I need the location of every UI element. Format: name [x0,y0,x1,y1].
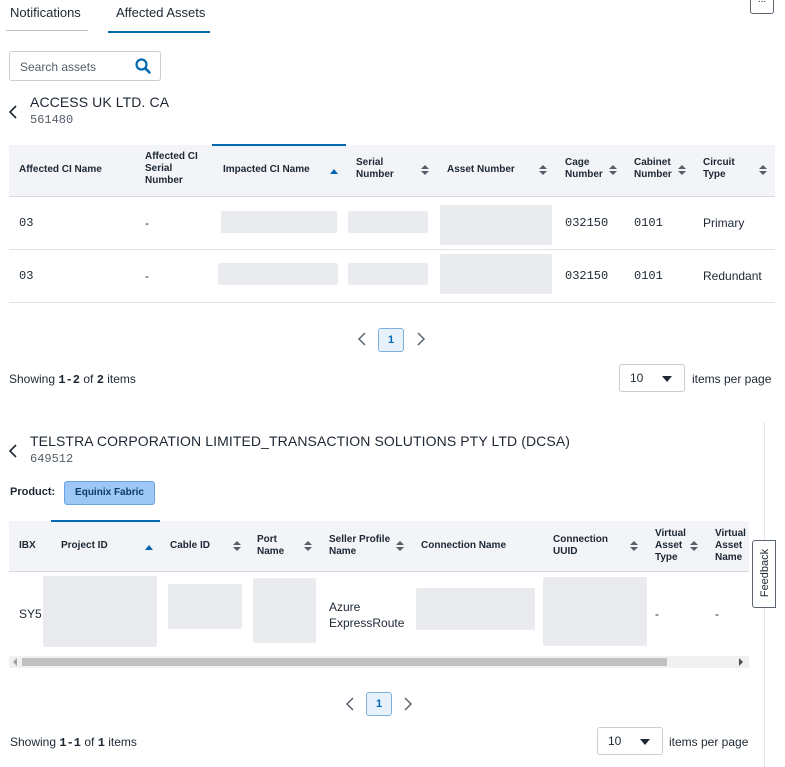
account-number: 649512 [30,452,74,466]
cell-ci-serial: - [145,269,149,283]
redacted-port-name [253,578,316,643]
redacted-asset [440,254,552,294]
col-affected-ci-name[interactable]: Affected CI Name [19,164,129,176]
product-label: Product: [10,486,56,498]
col-connection-uuid[interactable]: Connection UUID [553,534,613,558]
redacted-project-id [43,576,157,647]
redacted-asset [440,205,552,245]
col-connection-name[interactable]: Connection Name [421,540,506,552]
account-number: 561480 [30,113,74,127]
cell-seller-profile: Azure ExpressRoute [329,600,405,630]
sorted-column-indicator [51,520,160,522]
col-virtual-asset-name[interactable]: Virtual Asset Name [715,528,749,564]
feedback-button[interactable]: Feedback [752,540,776,608]
showing-items-text: Showing 1-2 of 2 items [9,372,136,387]
sort-icon[interactable] [539,164,547,176]
sort-icon[interactable] [630,540,638,552]
prev-page-icon[interactable] [357,332,367,346]
scroll-right-icon[interactable] [738,658,744,666]
chevron-left-icon[interactable] [7,104,19,120]
col-circuit-type[interactable]: Circuit Type [703,157,751,181]
items-per-page-label: items per page [692,372,772,386]
items-per-page-label: items per page [669,735,749,749]
sort-icon[interactable] [233,540,241,552]
col-cable-id[interactable]: Cable ID [170,540,210,552]
tab-notifications[interactable]: Notifications [10,0,90,33]
product-chip[interactable]: Equinix Fabric [64,481,155,505]
col-cabinet-number[interactable]: Cabinet Number [634,157,676,181]
cell-ibx: SY5 [19,607,42,621]
col-project-id[interactable]: Project ID [61,540,108,552]
cell-virtual-asset-type: - [655,607,659,621]
sort-asc-icon[interactable] [330,166,338,178]
redacted-impacted-ci [218,263,338,285]
redacted-serial [348,211,428,233]
showing-items-text: Showing 1-1 of 1 items [10,735,137,750]
tab-affected-assets[interactable]: Affected Assets [108,0,210,33]
sort-icon[interactable] [609,164,617,176]
search-box [9,51,161,81]
col-serial-number[interactable]: Serial Number [356,157,408,181]
page-number-button[interactable]: 1 [366,692,392,716]
scrollbar-thumb[interactable] [22,658,667,666]
col-affected-ci-serial[interactable]: Affected CI Serial Number [145,151,209,187]
cell-ci-serial: - [145,216,149,230]
sort-icon[interactable] [304,540,312,552]
sort-icon[interactable] [396,540,404,552]
search-icon[interactable] [134,57,152,75]
account-name: TELSTRA CORPORATION LIMITED_TRANSACTION … [30,433,571,449]
cell-cage: 032150 [565,216,609,230]
row-divider [9,249,775,250]
sort-icon[interactable] [690,540,698,552]
row-divider [9,302,775,303]
col-cage-number[interactable]: Cage Number [565,157,607,181]
account-name: ACCESS UK LTD. CA [30,94,170,110]
col-ibx[interactable]: IBX [19,540,36,552]
tab-divider [6,30,88,31]
redacted-connection-uuid [543,577,647,646]
sort-icon[interactable] [759,164,767,176]
col-seller-profile-name[interactable]: Seller Profile Name [329,534,393,558]
cell-circuit: Primary [703,216,745,230]
page-number-button[interactable]: 1 [378,328,404,352]
sort-icon[interactable] [678,164,686,176]
more-options-button[interactable]: ... [750,0,774,14]
cell-cage: 032150 [565,269,609,283]
sort-asc-icon[interactable] [145,542,153,554]
redacted-serial [348,263,428,285]
col-virtual-asset-type[interactable]: Virtual Asset Type [655,528,687,564]
cell-circuit: Redundant [703,269,762,283]
cell-cabinet: 0101 [634,269,663,283]
cell-ci-name: 03 [19,216,34,230]
next-page-icon[interactable] [416,332,426,346]
scroll-left-icon[interactable] [12,658,18,666]
cell-cabinet: 0101 [634,216,663,230]
redacted-cable-id [168,584,242,629]
redacted-connection-name [416,588,535,630]
prev-page-icon[interactable] [345,697,355,711]
search-input[interactable] [20,58,130,76]
cell-virtual-asset-name: - [715,607,719,621]
col-impacted-ci-name[interactable]: Impacted CI Name [223,164,323,176]
chevron-left-icon[interactable] [7,443,19,459]
cell-ci-name: 03 [19,269,34,283]
caret-down-icon [662,376,672,382]
redacted-impacted-ci [221,211,337,233]
sorted-column-indicator [212,144,346,146]
caret-down-icon [640,739,650,745]
col-asset-number[interactable]: Asset Number [447,164,537,176]
items-per-page-select[interactable]: 10 [597,727,663,755]
next-page-icon[interactable] [403,697,413,711]
sort-icon[interactable] [421,164,429,176]
items-per-page-select[interactable]: 10 [619,364,685,392]
col-port-name[interactable]: Port Name [257,534,293,558]
